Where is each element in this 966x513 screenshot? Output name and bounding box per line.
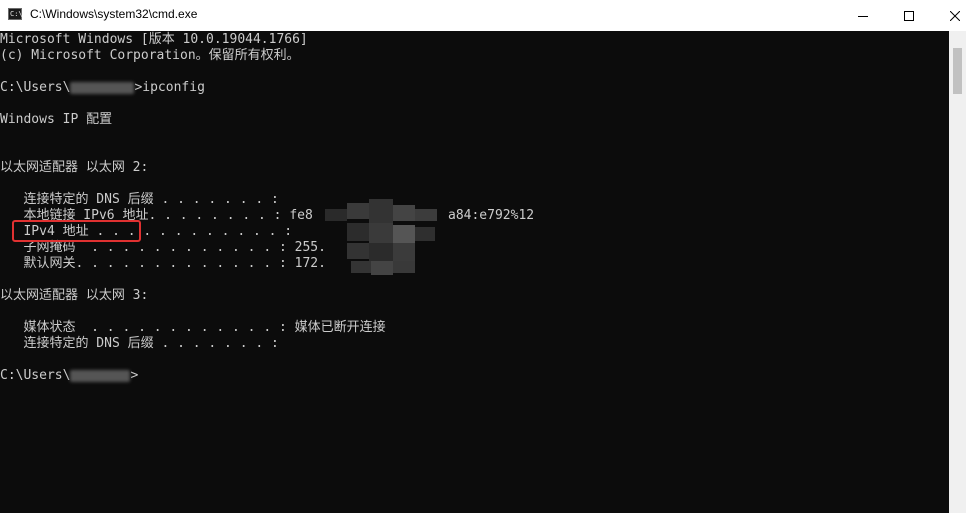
prompt-path: C:\Users\ <box>0 368 71 383</box>
prompt-path: C:\Users\ <box>0 80 71 95</box>
prompt-caret: > <box>130 368 139 383</box>
banner-copyright: (c) Microsoft Corporation。保留所有权利。 <box>0 48 300 63</box>
maximize-button[interactable] <box>886 0 932 31</box>
adapter-2-dns-suffix: 连接特定的 DNS 后缀 . . . . . . . : <box>0 192 279 207</box>
adapter-3-header: 以太网适配器 以太网 3: <box>0 288 149 303</box>
adapter-3-dns-suffix: 连接特定的 DNS 后缀 . . . . . . . : <box>0 336 279 351</box>
close-icon <box>950 10 960 21</box>
prompt-ipconfig: C:\Users\ >ipconfig <box>0 80 205 96</box>
window-title: C:\Windows\system32\cmd.exe <box>30 7 198 21</box>
title-bar[interactable]: C:\ C:\Windows\system32\cmd.exe <box>0 0 966 31</box>
adapter-3-media-state: 媒体状态 . . . . . . . . . . . . : 媒体已断开连接 <box>0 320 386 335</box>
prompt-command: >ipconfig <box>134 80 205 95</box>
prompt-current: C:\Users\ > <box>0 368 138 384</box>
console-output[interactable]: Microsoft Windows [版本 10.0.19044.1766] (… <box>0 31 949 513</box>
redacted-username <box>70 369 131 382</box>
redacted-mosaic <box>325 199 437 275</box>
adapter-2-gateway: 默认网关. . . . . . . . . . . . . : 172. <box>0 256 326 271</box>
minimize-button[interactable] <box>840 0 886 31</box>
minimize-icon <box>858 15 868 17</box>
cmd-window: C:\ C:\Windows\system32\cmd.exe Microsof… <box>0 0 966 513</box>
scrollbar-thumb[interactable] <box>953 48 962 94</box>
ipv4-highlight-box <box>12 220 141 242</box>
close-button[interactable] <box>932 0 966 31</box>
banner-version: Microsoft Windows [版本 10.0.19044.1766] <box>0 32 308 47</box>
adapter-2-header: 以太网适配器 以太网 2: <box>0 160 149 175</box>
vertical-scrollbar[interactable] <box>949 31 966 513</box>
cmd-icon: C:\ <box>8 8 23 20</box>
adapter-2-subnet: 子网掩码 . . . . . . . . . . . . : 255. <box>0 240 326 255</box>
maximize-icon <box>904 10 914 21</box>
adapter-2-ipv6-tail: a84:e792%12 <box>448 208 535 223</box>
redacted-username <box>70 81 135 94</box>
ip-config-title: Windows IP 配置 <box>0 112 113 127</box>
